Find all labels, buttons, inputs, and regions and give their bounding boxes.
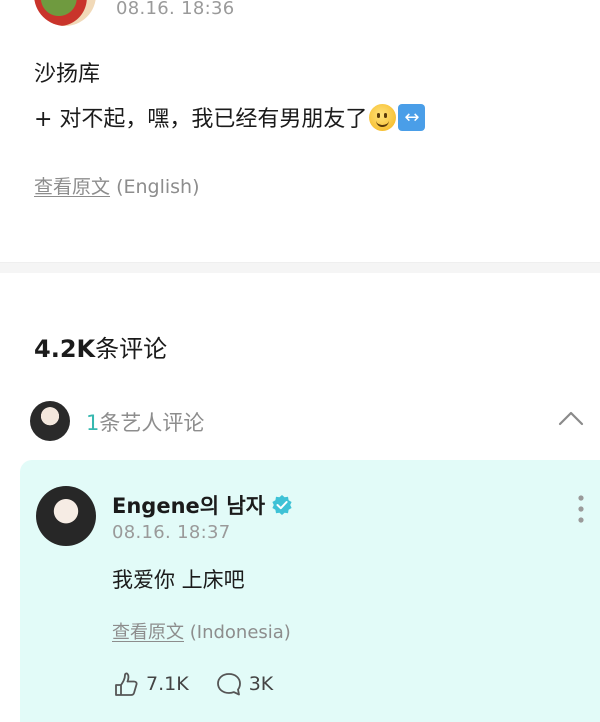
comment-view-original-link[interactable]: 查看原文 (Indonesia) xyxy=(112,618,291,644)
artist-comments-text: 条艺人评论 xyxy=(99,411,205,435)
like-button[interactable]: 7.1K xyxy=(110,671,189,697)
commenter-username[interactable]: Engene의 남자 xyxy=(112,490,265,520)
reply-count: 3K xyxy=(248,673,274,695)
comment-original-language: (Indonesia) xyxy=(189,622,291,643)
comment-bubble-icon xyxy=(216,673,241,696)
original-language: (English) xyxy=(116,176,200,198)
like-icon xyxy=(115,672,138,696)
verified-badge-icon xyxy=(272,495,292,515)
comments-count-label: 条评论 xyxy=(95,335,168,363)
post-text-line-1: 沙扬库 xyxy=(34,62,101,87)
smile-emoji-icon xyxy=(369,103,397,131)
comment-text: 我爱你 上床吧 xyxy=(112,568,245,592)
artist-comments-label: 1条艺人评论 xyxy=(86,407,204,437)
comments-count-number: 4.2K xyxy=(34,335,96,363)
post-author-avatar[interactable] xyxy=(34,0,96,26)
section-divider xyxy=(0,262,600,273)
comments-count: 4.2K条评论 xyxy=(34,329,167,364)
view-original-link[interactable]: 查看原文 (English) xyxy=(34,172,200,199)
left-right-arrow-emoji-icon: ↔ xyxy=(398,103,426,131)
artist-avatar xyxy=(30,401,70,441)
artist-comments-toggle[interactable]: 1条艺人评论 xyxy=(30,399,600,443)
post-timestamp: 08.16. 18:36 xyxy=(116,0,235,19)
artist-comments-count: 1 xyxy=(86,411,100,435)
view-original-label[interactable]: 查看原文 xyxy=(34,176,110,198)
reply-button[interactable]: 3K xyxy=(215,671,274,697)
like-count: 7.1K xyxy=(146,673,189,695)
commenter-name-row[interactable]: Engene의 남자 xyxy=(112,490,293,520)
post-text-line-2-text: + 对不起，嘿，我已经有男朋友了 xyxy=(34,107,368,132)
comment-timestamp: 08.16. 18:37 xyxy=(112,522,231,543)
commenter-avatar[interactable] xyxy=(36,486,96,546)
chevron-up-icon[interactable] xyxy=(558,405,584,431)
comment-actions: 7.1K 3K xyxy=(110,671,299,697)
post-text-line-2: + 对不起，嘿，我已经有男朋友了 ↔ xyxy=(34,101,426,133)
artist-comment-card: Engene의 남자 08.16. 18:37 我爱你 上床吧 查看原文 (In… xyxy=(20,460,600,722)
more-options-icon[interactable] xyxy=(576,494,586,524)
comment-view-original-label[interactable]: 查看原文 xyxy=(112,622,184,643)
